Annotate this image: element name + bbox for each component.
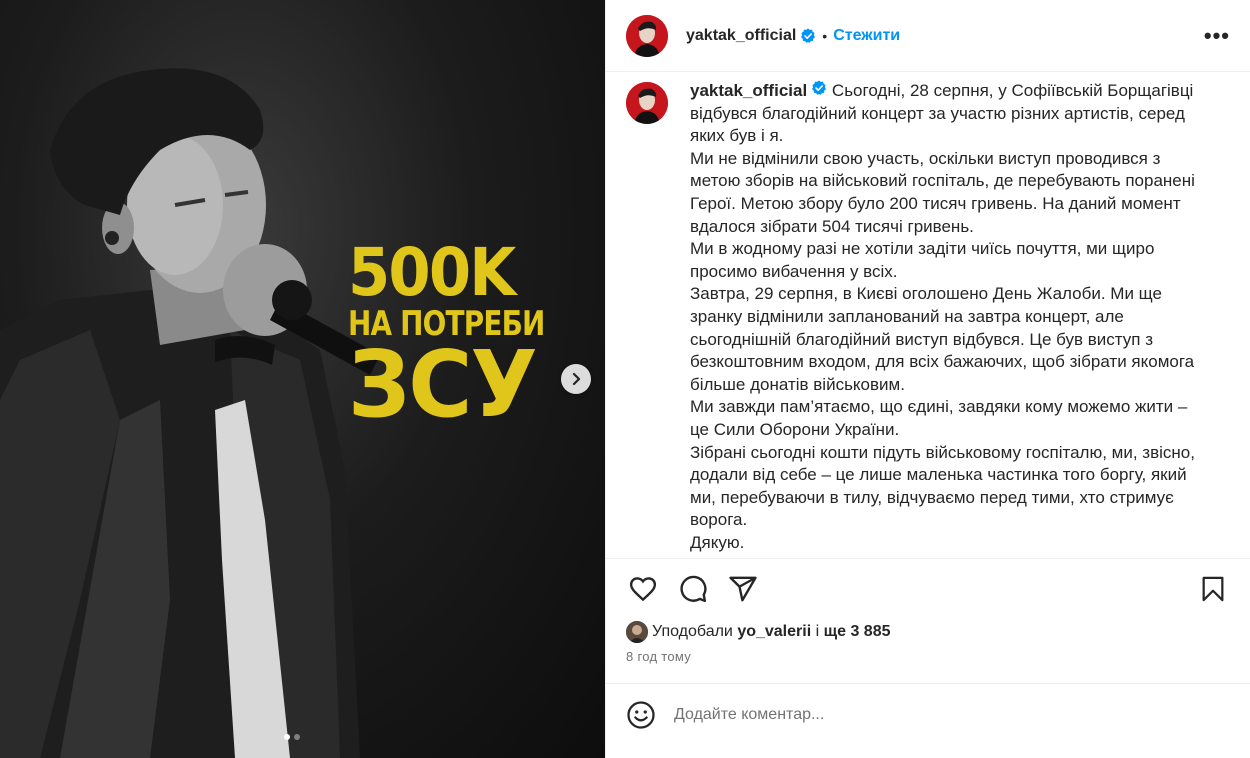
bookmark-icon [1202, 576, 1224, 602]
post-side-panel: yaktak_official • Стежити ••• yaktak_off… [605, 0, 1250, 758]
post-media[interactable]: 500K НА ПОТРЕБИ ЗСУ [0, 0, 605, 758]
likes-count-link[interactable]: ще 3 885 [824, 623, 891, 641]
carousel-indicator [284, 734, 300, 740]
carousel-next-button[interactable] [561, 364, 591, 394]
paper-plane-icon [729, 576, 757, 602]
likes-prefix: Уподобали [652, 623, 733, 640]
liker-avatar-icon [626, 621, 648, 643]
caption-section: yaktak_official Сьогодні, 28 серпня, у С… [606, 72, 1250, 559]
post-header: yaktak_official • Стежити ••• [606, 0, 1250, 72]
caption-paragraph: Ми не відмінили свою участь, оскільки ви… [690, 148, 1195, 236]
chevron-right-icon [572, 372, 581, 386]
like-button[interactable] [626, 572, 660, 606]
comment-input[interactable] [674, 705, 1194, 724]
comment-button[interactable] [676, 572, 710, 606]
instagram-post-view: 500K НА ПОТРЕБИ ЗСУ yaktak_official • Ст… [0, 0, 1250, 758]
header-username[interactable]: yaktak_official [686, 27, 796, 45]
caption-paragraph: Завтра, 29 серпня, в Києві оголошено Ден… [690, 284, 1195, 394]
header-separator: • [822, 27, 828, 44]
likes-conjunction: і [815, 623, 820, 640]
comment-icon [680, 575, 707, 603]
caption-paragraph: Зібрані сьогодні кошти підуть військовом… [690, 442, 1195, 530]
more-options-icon[interactable]: ••• [1204, 23, 1230, 49]
follow-button[interactable]: Стежити [833, 27, 900, 45]
caption-username[interactable]: yaktak_official [690, 81, 807, 100]
caption-paragraph: Дякую. [690, 532, 745, 552]
save-button[interactable] [1196, 572, 1230, 606]
post-actions [606, 559, 1250, 619]
avatar[interactable] [626, 621, 648, 643]
liker-username[interactable]: yo_valerii [737, 623, 811, 641]
caption-paragraph: Ми в жодному разі не хотіли задіти чиїсь… [690, 239, 1155, 281]
heart-icon [629, 577, 657, 602]
poster-line-3: ЗСУ [348, 331, 538, 438]
verified-badge-icon [811, 80, 827, 96]
emoji-icon[interactable] [626, 700, 656, 730]
poster-line-1: 500K [348, 234, 516, 311]
caption-line: yaktak_official Сьогодні, 28 серпня, у С… [690, 80, 1210, 148]
share-button[interactable] [726, 572, 760, 606]
profile-picture-icon [626, 14, 668, 57]
likes-summary: Уподобали yo_valerii і ще 3 885 [606, 619, 1250, 645]
post-caption: yaktak_official Сьогодні, 28 серпня, у С… [690, 80, 1210, 558]
carousel-dot [294, 734, 300, 740]
carousel-dot [284, 734, 290, 740]
caption-paragraph: Ми завжди пам’ятаємо, що єдині, завдяки … [690, 397, 1188, 439]
avatar[interactable] [626, 82, 668, 124]
profile-picture-icon [626, 82, 668, 124]
post-timestamp[interactable]: 8 год тому [606, 645, 1250, 683]
avatar[interactable] [626, 14, 668, 57]
comment-bar [606, 683, 1250, 745]
verified-badge-icon [800, 28, 816, 44]
poster-text: 500K НА ПОТРЕБИ ЗСУ [348, 234, 588, 438]
